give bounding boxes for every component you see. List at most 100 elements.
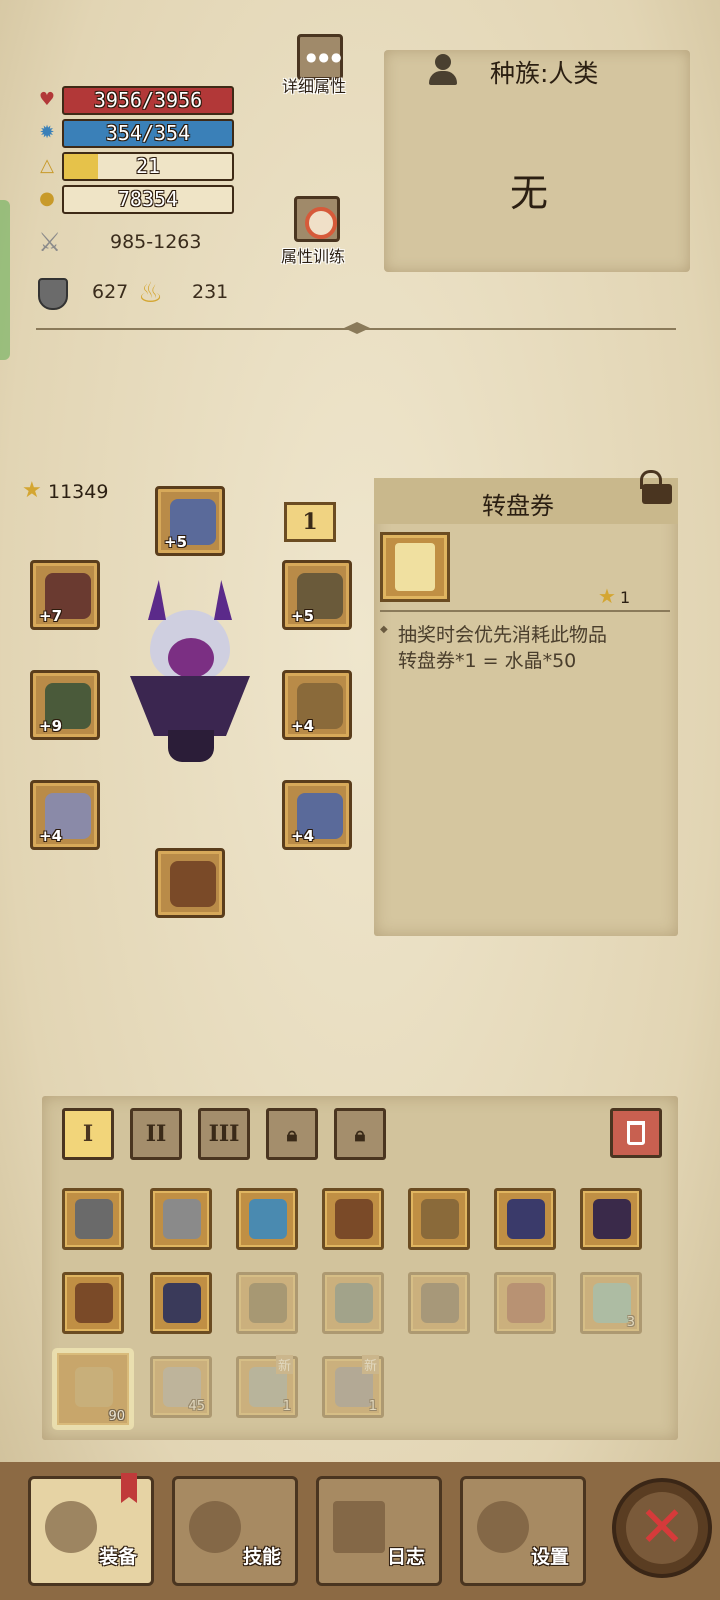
lock-icon: 🔒︎: [354, 1122, 366, 1146]
inventory-item-boots[interactable]: [62, 1272, 124, 1334]
figure-icon: [421, 1283, 459, 1323]
orb-icon: [335, 1283, 373, 1323]
close-icon: ✕: [638, 1495, 686, 1560]
nav-skills-button[interactable]: 技能: [172, 1476, 298, 1586]
crossed-swords-icon: ⚔: [38, 228, 62, 258]
armor-slot[interactable]: +4: [282, 670, 352, 740]
boots-slot[interactable]: [155, 848, 225, 918]
star-icon: ★: [22, 478, 42, 503]
inventory-item-map-2[interactable]: 新1: [322, 1355, 384, 1418]
inventory-item-pants-1[interactable]: [494, 1188, 556, 1250]
inventory-tab-locked-4[interactable]: 🔒︎: [266, 1108, 318, 1160]
strength-icon: ♨: [138, 276, 164, 309]
person-icon: [428, 54, 458, 86]
pants-icon: [593, 1199, 631, 1239]
inventory-item-blade[interactable]: [236, 1188, 298, 1250]
inventory-item-scroll[interactable]: 90: [54, 1350, 132, 1428]
inventory-tab-1[interactable]: I: [62, 1108, 114, 1160]
inventory-item-orb[interactable]: [322, 1272, 384, 1334]
inventory-item-fruits[interactable]: [494, 1272, 556, 1334]
shield-icon: [38, 278, 68, 310]
unlock-icon[interactable]: [638, 470, 674, 506]
dots-icon: ●●●: [306, 50, 344, 64]
weapon-slot[interactable]: +9: [30, 670, 100, 740]
nav-equip-button[interactable]: 装备: [28, 1473, 154, 1586]
wheel-ticket-icon: [395, 543, 435, 591]
inventory-item-pants-2[interactable]: [580, 1188, 642, 1250]
item-divider: [380, 610, 670, 612]
attribute-training-button[interactable]: [294, 196, 340, 242]
axe-icon: [45, 1501, 97, 1553]
necklace-slot[interactable]: +5: [282, 560, 352, 630]
mace-icon: [75, 1199, 113, 1239]
race-label: 种族:人类: [490, 59, 599, 88]
inventory-item-potion[interactable]: 3: [580, 1272, 642, 1334]
close-button[interactable]: ✕: [612, 1478, 712, 1578]
helmet-icon: [335, 1199, 373, 1239]
item-stars: 1: [620, 588, 631, 607]
mp-bar: 354/354: [62, 119, 234, 148]
item-desc-line2: 转盘券*1 = 水晶*50: [398, 650, 577, 672]
equipment-page-badge[interactable]: 1: [284, 502, 336, 542]
detail-attributes-label: 详细属性: [282, 77, 347, 96]
bookmark-icon: [121, 1473, 137, 1503]
hp-bar: 3956/3956: [62, 86, 234, 115]
item-star-icon: ★: [598, 584, 616, 608]
attack-value: 985-1263: [110, 231, 202, 253]
inventory-item-shovel[interactable]: 45: [150, 1356, 212, 1418]
inventory-item-figure[interactable]: [408, 1272, 470, 1334]
bracer-slot[interactable]: +4: [30, 780, 100, 850]
helmet-slot[interactable]: +5: [155, 486, 225, 556]
item-title: 转盘券: [482, 492, 554, 520]
trash-icon: [627, 1121, 645, 1145]
ring-slot[interactable]: +7: [30, 560, 100, 630]
book-icon: [333, 1501, 385, 1553]
blade-icon: [249, 1199, 287, 1239]
inventory-item-mace[interactable]: [62, 1188, 124, 1250]
inventory-item-amulet[interactable]: [408, 1188, 470, 1250]
heart-icon: ♥: [38, 89, 56, 110]
inventory-item-sword[interactable]: [150, 1188, 212, 1250]
power-value: 11349: [48, 481, 109, 503]
boots-icon: [170, 861, 216, 907]
inventory-item-helmet[interactable]: [322, 1188, 384, 1250]
inventory-tab-2[interactable]: II: [130, 1108, 182, 1160]
mana-icon: ✹: [39, 122, 55, 143]
wreath-icon: [249, 1283, 287, 1323]
inventory-tab-3[interactable]: III: [198, 1108, 250, 1160]
bullet-icon: ◆: [380, 624, 388, 635]
fruits-icon: [507, 1283, 545, 1323]
amulet-icon: [421, 1199, 459, 1239]
level-progress-fill: [64, 154, 98, 179]
skills-icon: [189, 1501, 241, 1553]
inventory-item-map-1[interactable]: 新1: [236, 1355, 298, 1418]
potion-icon: [593, 1283, 631, 1323]
sword-icon: [163, 1199, 201, 1239]
gauntlet-icon: [163, 1283, 201, 1323]
inventory-item-wreath[interactable]: [236, 1272, 298, 1334]
item-preview: [380, 532, 450, 602]
lock-icon: 🔒︎: [286, 1122, 298, 1146]
race-value: 无: [510, 171, 549, 215]
nav-settings-button[interactable]: 设置: [460, 1476, 586, 1586]
pants-slot[interactable]: +4: [282, 780, 352, 850]
gear-icon: [477, 1501, 529, 1553]
gold-bar: 78354: [62, 185, 234, 214]
nav-log-button[interactable]: 日志: [316, 1476, 442, 1586]
level-icon: △: [40, 155, 54, 176]
boots-icon: [75, 1283, 113, 1323]
attribute-training-label: 属性训练: [281, 247, 346, 266]
level-bar: 21: [62, 152, 234, 181]
strength-value: 231: [192, 281, 229, 303]
inventory-tab-locked-5[interactable]: 🔒︎: [334, 1108, 386, 1160]
defense-value: 627: [92, 281, 129, 303]
pants-icon: [507, 1199, 545, 1239]
gold-icon: ●: [39, 188, 55, 209]
character-avatar: [110, 580, 280, 770]
item-desc-line1: 抽奖时会优先消耗此物品: [398, 624, 608, 646]
target-icon: [305, 207, 337, 239]
side-handle[interactable]: [0, 200, 10, 360]
inventory-item-gauntlet[interactable]: [150, 1272, 212, 1334]
scroll-icon: [75, 1367, 113, 1407]
trash-button[interactable]: [610, 1108, 662, 1158]
